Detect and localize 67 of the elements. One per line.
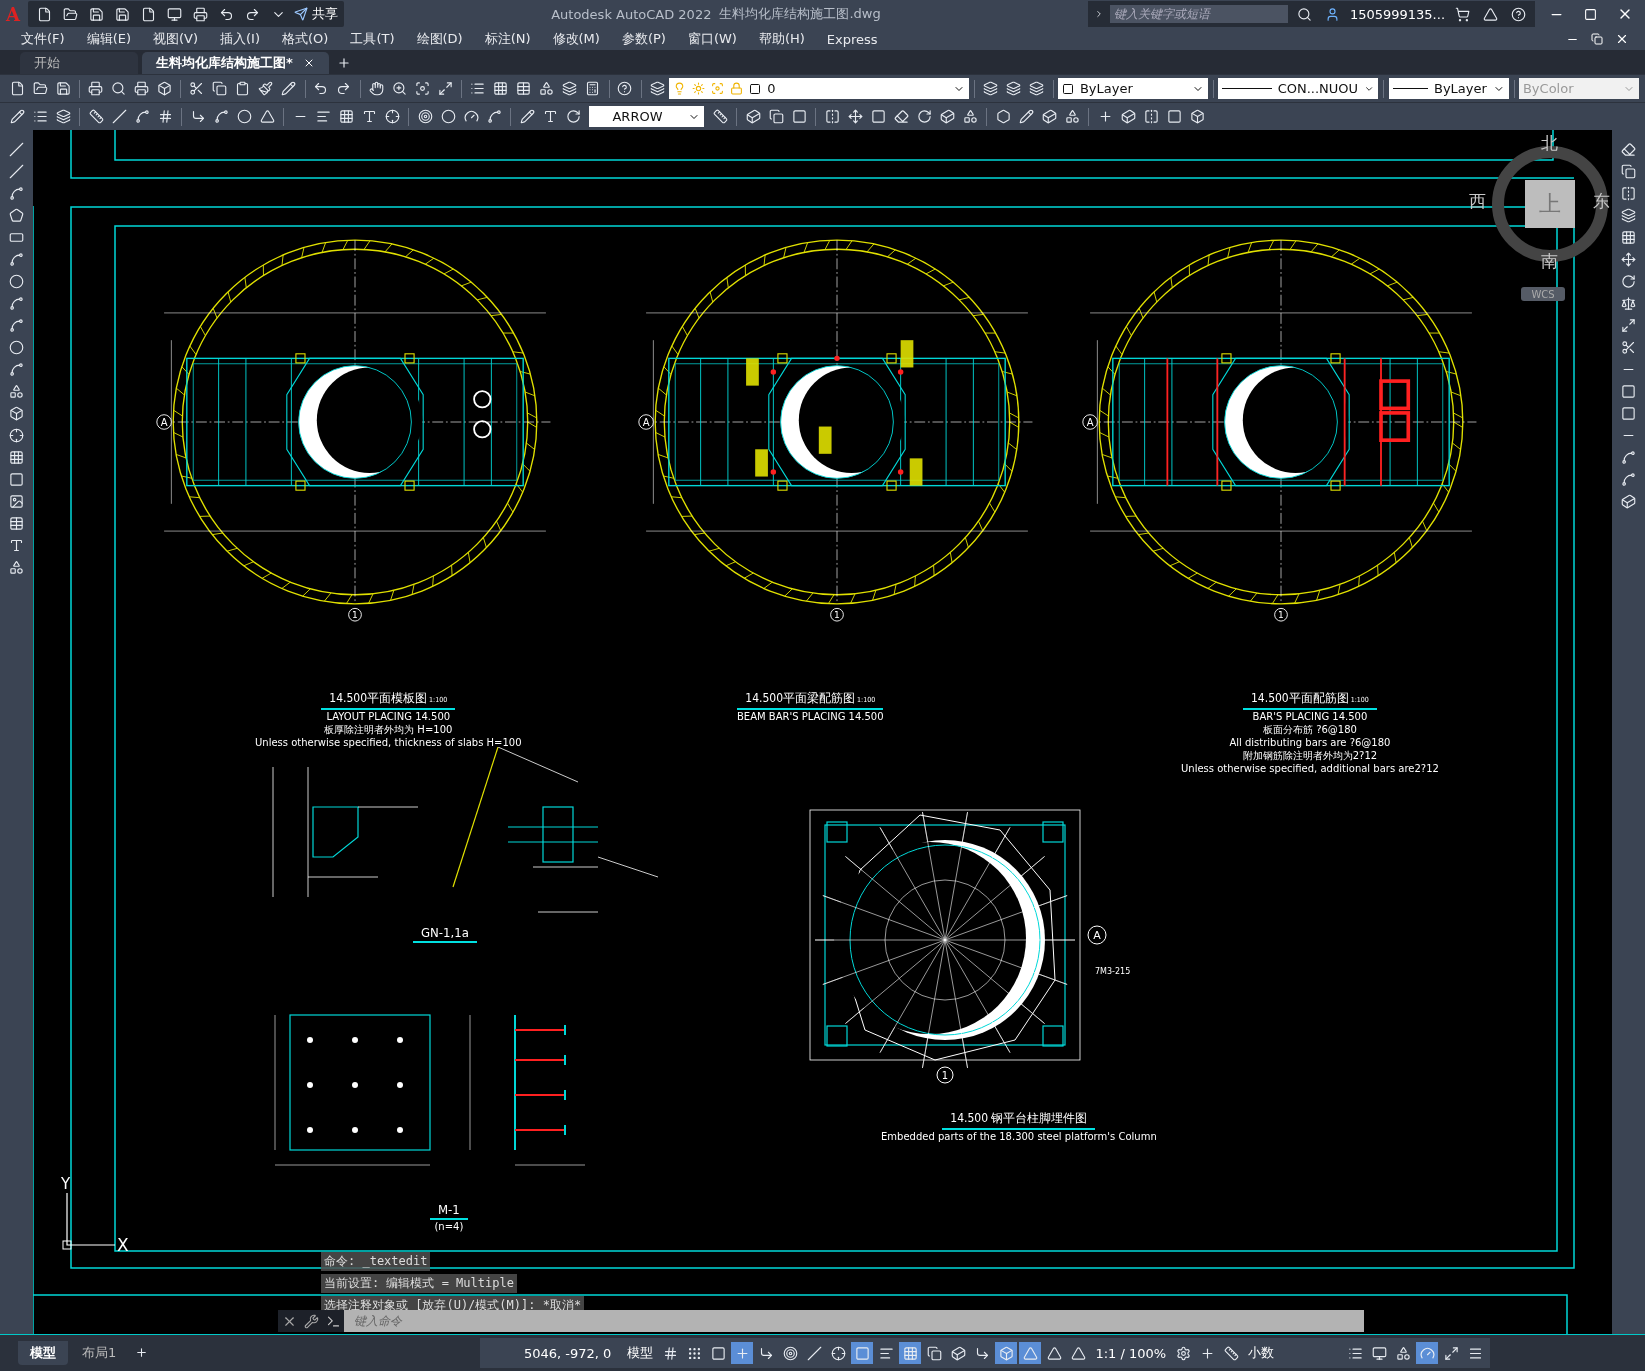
lineweight-dropdown[interactable]: ByLayer xyxy=(1388,78,1509,99)
drawing-note: 板面分布筋 ?6@180 xyxy=(1262,724,1357,736)
menu-item[interactable]: 修改(M) xyxy=(541,28,611,50)
compass-north-label[interactable]: 北 xyxy=(1541,132,1558,155)
layout-tab[interactable]: 布局1 xyxy=(70,1341,129,1365)
menu-item[interactable]: 参数(P) xyxy=(610,28,677,50)
linetype-dropdown[interactable]: CON...NUOU xyxy=(1218,78,1379,99)
color-dropdown[interactable]: ByLayer xyxy=(1057,78,1208,99)
plot-style-value: ByColor xyxy=(1522,81,1574,96)
lineweight-value: ByLayer xyxy=(1433,81,1487,96)
detail-title: M-1 xyxy=(430,1202,468,1220)
drawing-note: All distributing bars are ?6@180 xyxy=(1229,737,1391,749)
compass-west-label[interactable]: 西 xyxy=(1469,190,1486,213)
menu-item[interactable]: 编辑(E) xyxy=(75,28,142,50)
menu-item[interactable]: 标注(N) xyxy=(473,28,542,50)
share-button[interactable]: 共享 xyxy=(293,3,338,25)
document-tab[interactable]: 生料均化库结构施工图* xyxy=(142,52,329,74)
menu-item[interactable]: 插入(I) xyxy=(209,28,271,50)
search-field[interactable]: 键入关键字或短语 xyxy=(1109,5,1288,23)
drawing-note: 附加钢筋除注明者外均为2?12 xyxy=(1242,750,1378,762)
axis-bubble: 1 xyxy=(936,1066,954,1084)
drawing-note: Unless otherwise specified, thickness of slabs H=100 xyxy=(255,737,522,749)
drawing-note: Unless otherwise specified, additional bars are2?12 xyxy=(1181,763,1439,775)
drawing-note: 板厚除注明者外均为 H=100 xyxy=(324,724,453,736)
layer-dropdown[interactable]: 0 xyxy=(669,78,970,99)
menu-item[interactable]: 帮助(H) xyxy=(747,28,816,50)
menu-item[interactable]: 文件(F) xyxy=(10,28,76,50)
app-title: Autodesk AutoCAD 2022 xyxy=(551,6,712,22)
drawing-note: BAR'S PLACING 14.500 xyxy=(1252,711,1368,723)
ucs-y-label: Y xyxy=(61,1175,71,1193)
axis-bubble: 1 xyxy=(830,607,844,622)
dimension-style-dropdown[interactable]: ARROW xyxy=(589,106,704,127)
axis-bubble: A xyxy=(156,414,172,430)
menu-item[interactable]: Express xyxy=(815,29,889,49)
axis-bubble: 1 xyxy=(1274,607,1288,622)
layout-tab[interactable]: 模型 xyxy=(18,1341,68,1365)
axis-bubble: 1 xyxy=(348,607,362,622)
command-input[interactable]: 键入命令 xyxy=(344,1310,1364,1332)
units-dropdown[interactable]: 小数 xyxy=(1244,1344,1343,1362)
detail-subtitle: (n=4) xyxy=(434,1221,464,1233)
ucs-x-label: X xyxy=(117,1235,129,1255)
menu-item[interactable]: 视图(V) xyxy=(142,28,210,50)
compass-east-label[interactable]: 东 xyxy=(1593,190,1610,213)
axis-bubble: A xyxy=(1087,925,1107,945)
layer-name: 0 xyxy=(767,81,777,96)
user-name[interactable]: 1505999135... xyxy=(1349,6,1445,22)
annotation-scale-button[interactable]: 1:1 / 100% xyxy=(1091,1345,1171,1361)
drawing-title: 14.500 钢平台柱脚埋件图 xyxy=(942,1110,1096,1130)
model-space-button[interactable]: 模型 xyxy=(623,1344,658,1362)
drawing-note: Embedded parts of the 18.300 steel platform's Column xyxy=(881,1131,1157,1143)
file-title: 生料均化库结构施工图.dwg xyxy=(719,5,881,23)
detail-title: GN-1,1a xyxy=(413,925,477,943)
axis-bubble: A xyxy=(638,414,654,430)
linetype-value: CON...NUOU xyxy=(1277,81,1359,96)
document-tab[interactable]: 开始 xyxy=(20,52,138,74)
drawing-note: BEAM BAR'S PLACING 14.500 xyxy=(737,711,884,723)
drawing-note: LAYOUT PLACING 14.500 xyxy=(326,711,451,723)
menu-item[interactable]: 工具(T) xyxy=(339,28,406,50)
axis-bubble: A xyxy=(1082,414,1098,430)
color-value: ByLayer xyxy=(1079,81,1134,96)
part-tag: 7M3-215 xyxy=(1095,967,1131,976)
menu-item[interactable]: 窗口(W) xyxy=(676,28,748,50)
menu-item[interactable]: 格式(O) xyxy=(271,28,340,50)
coordinates-readout[interactable]: 5046, -972, 0 xyxy=(484,1345,622,1361)
compass-south-label[interactable]: 南 xyxy=(1541,250,1558,273)
menu-item[interactable]: 绘图(D) xyxy=(405,28,474,50)
dimension-style-value: ARROW xyxy=(611,109,664,124)
